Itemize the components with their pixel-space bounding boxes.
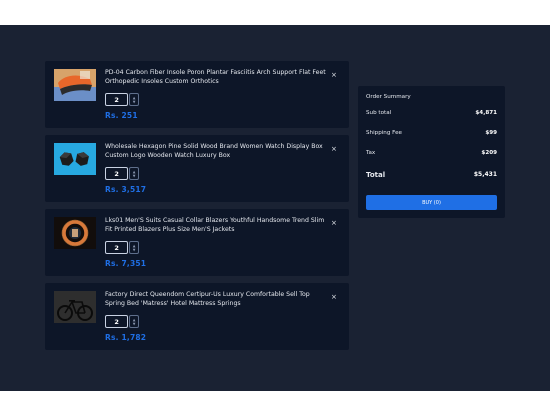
quantity-input[interactable]: 2 bbox=[105, 93, 129, 106]
product-price: Rs. 3,517 bbox=[105, 185, 147, 194]
chevron-down-icon[interactable]: ▼ bbox=[133, 322, 136, 326]
order-summary: Order Summary Sub total $4,871 Shipping … bbox=[358, 86, 505, 218]
quantity-spinner[interactable]: ▲ ▼ bbox=[129, 315, 139, 328]
product-price: Rs. 7,351 bbox=[105, 259, 147, 268]
subtotal-value: $4,871 bbox=[475, 110, 497, 116]
quantity-spinner[interactable]: ▲ ▼ bbox=[129, 167, 139, 180]
chevron-down-icon[interactable]: ▼ bbox=[133, 248, 136, 252]
tax-row: Tax $209 bbox=[366, 150, 497, 156]
shipping-row: Shipping Fee $99 bbox=[366, 130, 497, 136]
shipping-value: $99 bbox=[485, 130, 497, 136]
summary-heading: Order Summary bbox=[366, 94, 411, 100]
summary-heading-row: Order Summary bbox=[366, 94, 497, 100]
quantity-stepper[interactable]: 2 ▲ ▼ bbox=[105, 241, 139, 254]
tax-value: $209 bbox=[481, 150, 497, 156]
quantity-input[interactable]: 2 bbox=[105, 315, 129, 328]
product-price: Rs. 251 bbox=[105, 111, 138, 120]
close-icon[interactable]: × bbox=[331, 145, 337, 153]
quantity-spinner[interactable]: ▲ ▼ bbox=[129, 93, 139, 106]
product-title[interactable]: Factory Direct Queendom Certipur-Us Luxu… bbox=[105, 291, 330, 308]
chevron-down-icon[interactable]: ▼ bbox=[133, 100, 136, 104]
total-row: Total $5,431 bbox=[366, 171, 497, 179]
quantity-input[interactable]: 2 bbox=[105, 241, 129, 254]
tax-label: Tax bbox=[366, 150, 376, 156]
subtotal-row: Sub total $4,871 bbox=[366, 110, 497, 116]
cart-item: Factory Direct Queendom Certipur-Us Luxu… bbox=[45, 283, 349, 350]
cart-page: PD-04 Carbon Fiber Insole Poron Plantar … bbox=[0, 25, 550, 391]
product-title[interactable]: PD-04 Carbon Fiber Insole Poron Plantar … bbox=[105, 69, 330, 86]
close-icon[interactable]: × bbox=[331, 293, 337, 301]
cart-item: PD-04 Carbon Fiber Insole Poron Plantar … bbox=[45, 61, 349, 128]
cart-item: Wholesale Hexagon Pine Solid Wood Brand … bbox=[45, 135, 349, 202]
quantity-input[interactable]: 2 bbox=[105, 167, 129, 180]
quantity-stepper[interactable]: 2 ▲ ▼ bbox=[105, 167, 139, 180]
product-title[interactable]: Lks01 Men'S Suits Casual Collar Blazers … bbox=[105, 217, 330, 234]
blazer-product-image[interactable] bbox=[54, 217, 96, 249]
mattress-product-image[interactable] bbox=[54, 291, 96, 323]
chevron-down-icon[interactable]: ▼ bbox=[133, 174, 136, 178]
cart-item: Lks01 Men'S Suits Casual Collar Blazers … bbox=[45, 209, 349, 276]
close-icon[interactable]: × bbox=[331, 219, 337, 227]
quantity-stepper[interactable]: 2 ▲ ▼ bbox=[105, 315, 139, 328]
product-title[interactable]: Wholesale Hexagon Pine Solid Wood Brand … bbox=[105, 143, 330, 160]
total-value: $5,431 bbox=[473, 171, 497, 178]
product-price: Rs. 1,782 bbox=[105, 333, 147, 342]
insole-product-image[interactable] bbox=[54, 69, 96, 101]
buy-button[interactable]: BUY (0) bbox=[366, 195, 497, 210]
close-icon[interactable]: × bbox=[331, 71, 337, 79]
shipping-label: Shipping Fee bbox=[366, 130, 402, 136]
subtotal-label: Sub total bbox=[366, 110, 392, 116]
total-label: Total bbox=[366, 171, 386, 179]
quantity-spinner[interactable]: ▲ ▼ bbox=[129, 241, 139, 254]
watch-box-product-image[interactable] bbox=[54, 143, 96, 175]
quantity-stepper[interactable]: 2 ▲ ▼ bbox=[105, 93, 139, 106]
